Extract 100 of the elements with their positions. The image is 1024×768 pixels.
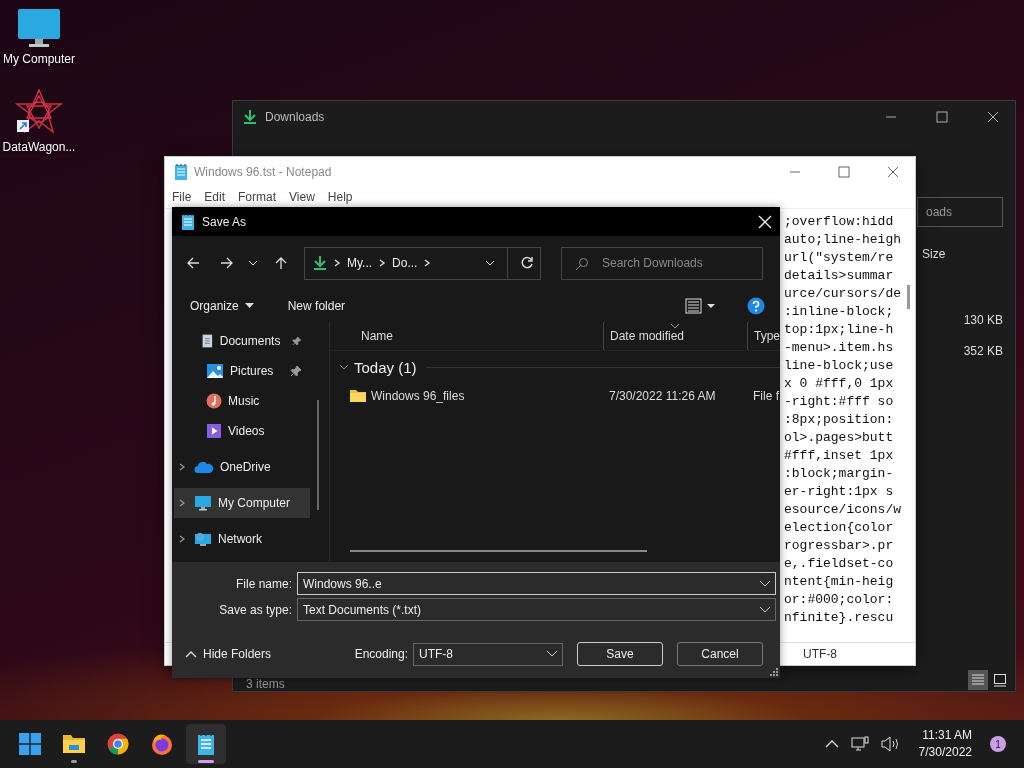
column-header[interactable]: Size	[916, 247, 946, 261]
chevron-down-icon[interactable]	[759, 580, 771, 588]
breadcrumb[interactable]: Do...	[392, 256, 418, 270]
table-cell-text: File f	[752, 389, 780, 403]
time-text: 11:31 AM	[922, 727, 972, 744]
download-icon	[243, 109, 257, 125]
computer-icon[interactable]	[17, 8, 61, 48]
notepad-taskbar-button[interactable]	[186, 724, 226, 764]
desktop-icon-label[interactable]: My Computer	[3, 52, 75, 66]
notepad-icon	[174, 162, 188, 181]
item-count: 3 items	[246, 678, 285, 690]
nav-pane-item[interactable]: OneDrive	[174, 452, 310, 482]
scrollbar-thumb[interactable]	[350, 550, 647, 552]
table-cell-text: 130 KB	[963, 312, 1003, 329]
cloud-icon	[194, 460, 214, 474]
menu-item[interactable]: File	[172, 190, 192, 204]
nav-pane-item[interactable]: Videos	[174, 416, 310, 446]
code-line: top:1px;line-h	[784, 321, 894, 339]
code-line: details>summar	[784, 267, 894, 285]
close-icon[interactable]	[987, 111, 999, 123]
search-field[interactable]: Search Downloads	[561, 246, 763, 280]
field-label: File name:	[234, 576, 292, 591]
sort-chevron-icon	[670, 323, 680, 329]
browser-icon	[151, 733, 173, 755]
view-options-icon[interactable]	[685, 298, 715, 314]
chevron-up-icon[interactable]	[824, 739, 839, 749]
column-header[interactable]: Name	[330, 322, 603, 350]
field-label: Encoding:	[354, 647, 408, 661]
file-name-field[interactable]: Windows 96..e	[297, 572, 776, 595]
code-line: er-right:1px s	[784, 483, 894, 501]
menu-item[interactable]: Help	[327, 190, 353, 204]
picture-icon	[206, 363, 224, 379]
hide-folders-button[interactable]: Hide Folders	[185, 647, 272, 661]
group-header[interactable]: Today (1)	[354, 358, 417, 376]
clock[interactable]: 11:31 AM 7/30/2022	[918, 727, 972, 761]
network-icon	[194, 531, 212, 547]
chevron-down-icon	[546, 650, 558, 658]
scrollbar-thumb[interactable]	[317, 400, 319, 510]
maximize-icon[interactable]	[936, 111, 948, 123]
code-line: ol>.pages>butt	[784, 429, 894, 447]
code-line: or:#000;color:	[784, 591, 894, 609]
nav-pane-item[interactable]: My Computer	[174, 488, 310, 518]
maximize-icon[interactable]	[838, 165, 850, 178]
nav-pane-item[interactable]: Network	[174, 524, 310, 554]
up-arrow-icon[interactable]	[274, 256, 288, 270]
chevron-right-icon[interactable]	[178, 462, 186, 472]
video-icon	[206, 423, 222, 439]
chevron-down-icon	[759, 605, 771, 614]
organize-button[interactable]: Organize	[184, 295, 260, 317]
download-icon	[313, 255, 327, 271]
chevron-right-icon[interactable]	[178, 534, 186, 544]
refresh-icon[interactable]	[520, 256, 534, 270]
chevron-down-icon[interactable]	[485, 258, 495, 268]
volume-icon[interactable]	[880, 736, 901, 752]
breadcrumb[interactable]: My...	[347, 256, 373, 270]
music-note-icon	[206, 393, 222, 409]
caret-icon	[244, 303, 254, 309]
cancel-button[interactable]: Cancel	[677, 642, 763, 666]
window-title: Downloads	[265, 110, 325, 124]
new-folder-button[interactable]: New folder	[281, 295, 352, 317]
chevron-down-icon[interactable]	[248, 258, 258, 268]
file-name[interactable]: Windows 96_files	[371, 389, 465, 403]
notification-badge[interactable]: 1	[990, 736, 1006, 752]
dialog-title: Save As	[202, 214, 247, 229]
table-cell-text: 352 KB	[963, 343, 1003, 360]
resize-grip-icon[interactable]	[770, 668, 778, 676]
nav-pane-item[interactable]: Pictures	[174, 356, 310, 386]
column-header[interactable]: Date modified	[603, 322, 747, 350]
scrollbar-thumb[interactable]	[907, 285, 911, 309]
menu-item[interactable]: Edit	[204, 190, 226, 204]
back-arrow-icon[interactable]	[186, 256, 200, 270]
list-icon	[971, 673, 985, 687]
desktop-icon-label[interactable]: DataWagon...	[2, 140, 76, 154]
table-cell-text: 7/30/2022 11:26 AM	[608, 389, 717, 403]
code-line: ;overflow:hidd	[784, 213, 894, 231]
help-icon[interactable]	[747, 297, 765, 315]
code-line: :inline-block;	[784, 303, 894, 321]
search-icon	[575, 256, 589, 271]
window-title: Windows 96.tst - Notepad	[194, 164, 332, 179]
nav-pane-item[interactable]: Documents	[174, 326, 310, 356]
star-pattern-icon[interactable]	[15, 88, 63, 136]
search-field[interactable]: oads	[917, 197, 1003, 227]
save-button[interactable]: Save	[577, 642, 663, 666]
menu-item[interactable]: View	[289, 190, 315, 204]
browser-icon	[107, 733, 129, 755]
code-line: -right:#fff so	[784, 393, 894, 411]
code-line: ntent{min-heig	[784, 573, 894, 591]
code-line: line-block;use	[784, 357, 894, 375]
notepad-icon	[181, 212, 195, 231]
forward-arrow-icon[interactable]	[220, 256, 234, 270]
menu-item[interactable]: Format	[238, 190, 277, 204]
code-line: esource/icons/w	[784, 501, 902, 519]
network-icon[interactable]	[850, 736, 869, 752]
encoding-dropdown[interactable]: UTF-8	[413, 642, 563, 666]
column-header[interactable]: Type	[747, 322, 780, 350]
code-line: e,.fieldset-co	[784, 555, 894, 573]
field-label: Save as type:	[218, 602, 292, 617]
folder-icon	[62, 733, 86, 755]
file-type-dropdown[interactable]: Text Documents (*.txt)	[297, 598, 776, 621]
nav-pane-item[interactable]: Music	[174, 386, 310, 416]
